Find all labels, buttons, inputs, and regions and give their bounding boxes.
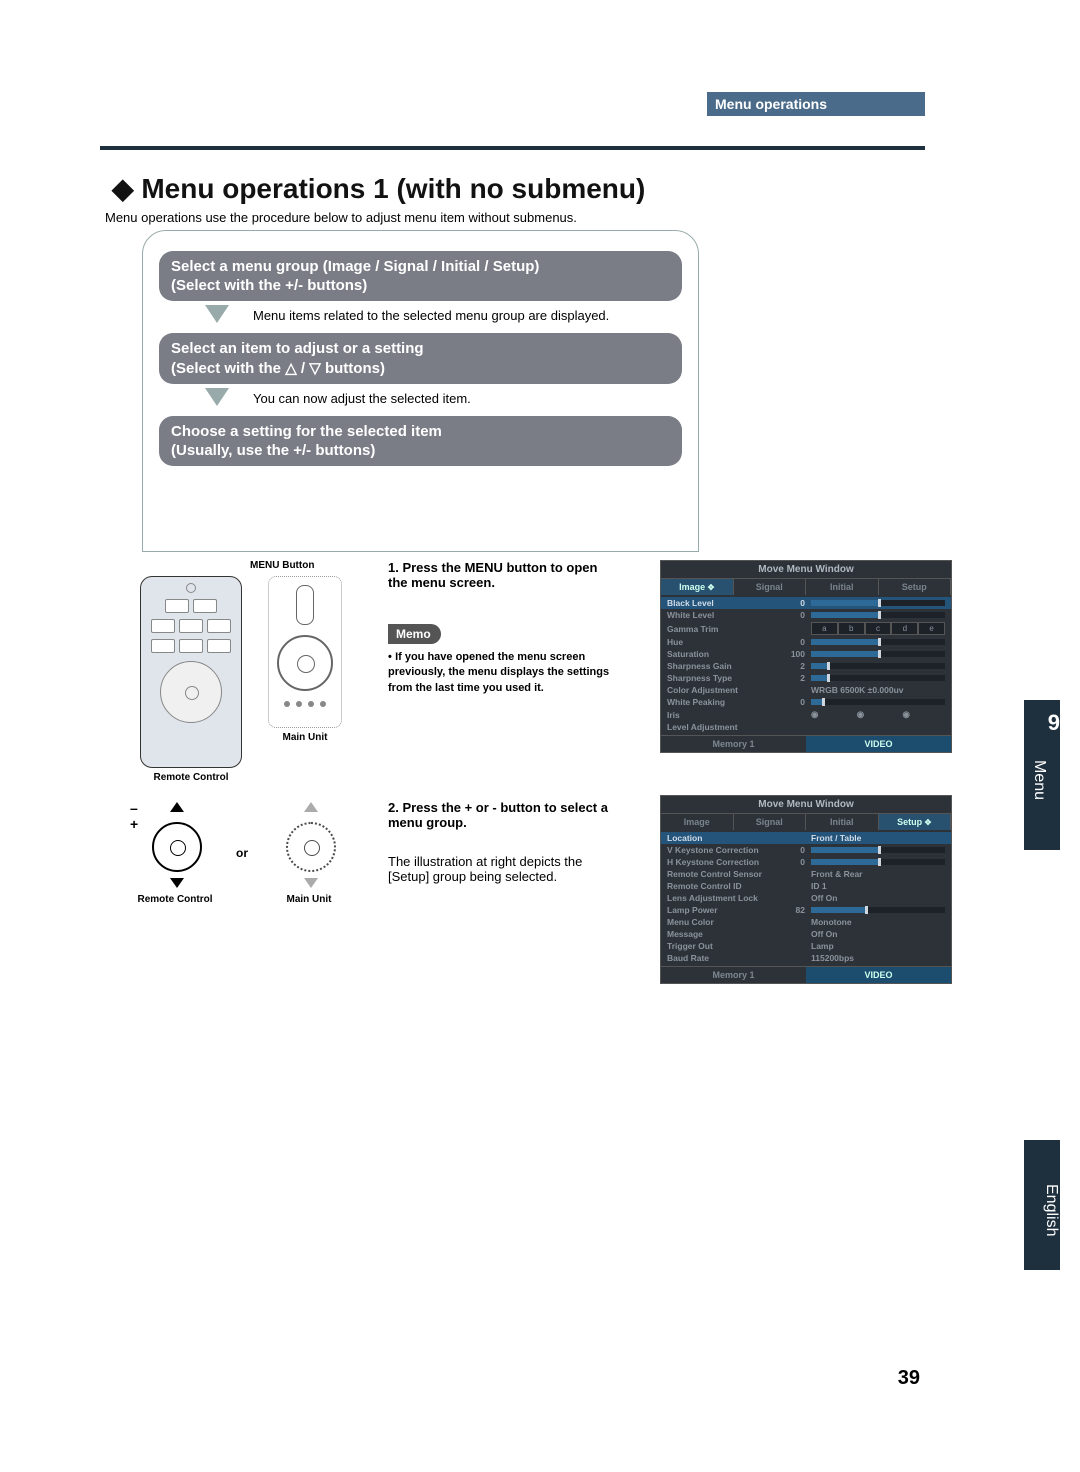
osd-row: Remote Control IDID 1 — [661, 880, 951, 892]
main-unit-caption-2: Main Unit — [264, 894, 354, 905]
osd-image-menu: Move Menu WindowImage ✥SignalInitialSetu… — [660, 560, 952, 753]
flow-step-1: Select a menu group (Image / Signal / In… — [159, 251, 682, 301]
osd-row: Gamma Trimabcde — [661, 621, 951, 636]
step2-figures: Remote Control or Main Unit — [130, 800, 354, 905]
remote-dpad-figure: Remote Control — [130, 800, 220, 905]
flow-box: Select a menu group (Image / Signal / In… — [142, 230, 699, 552]
osd-foot: VIDEO — [806, 967, 951, 983]
osd-tab: Image — [661, 814, 734, 830]
remote-control-figure: Remote Control — [140, 576, 242, 783]
page-title: ◆ Menu operations 1 (with no submenu) — [112, 172, 645, 205]
section-header-text: Menu operations — [715, 96, 827, 112]
osd-foot: VIDEO — [806, 736, 951, 752]
step1-text: 1. Press the MENU button to open the men… — [388, 560, 618, 696]
osd-row: Remote Control SensorFront & Rear — [661, 868, 951, 880]
title-diamond: ◆ — [112, 173, 134, 204]
osd-row: H Keystone Correction0 — [661, 856, 951, 868]
flow-note-1: Menu items related to the selected menu … — [253, 308, 609, 323]
osd-row: V Keystone Correction0 — [661, 844, 951, 856]
osd-row: Color AdjustmentWRGB 6500K ±0.000uv — [661, 684, 951, 696]
osd-setup-menu: Move Menu WindowImageSignalInitialSetup … — [660, 795, 952, 984]
osd-row: Black Level0 — [661, 597, 951, 609]
osd-tab: Initial — [806, 579, 879, 595]
osd-row: White Level0 — [661, 609, 951, 621]
flow-step-1-line2: (Select with the +/- buttons) — [171, 277, 670, 294]
flow-step-2-line1: Select an item to adjust or a setting — [171, 340, 424, 357]
memo-body: • If you have opened the menu screen pre… — [388, 650, 618, 696]
flow-step-1-line1: Select a menu group (Image / Signal / In… — [171, 258, 539, 275]
osd-tab: Signal — [734, 579, 807, 595]
osd-row: Sharpness Type2 — [661, 672, 951, 684]
osd-row: Saturation100 — [661, 648, 951, 660]
section-header: Menu operations — [707, 92, 925, 116]
osd-row: MessageOff On — [661, 928, 951, 940]
osd-row: Lens Adjustment LockOff On — [661, 892, 951, 904]
osd-foot: Memory 1 — [661, 967, 806, 983]
step-2-body: The illustration at right depicts the [S… — [388, 854, 618, 884]
menu-button-label: MENU Button — [250, 560, 314, 571]
main-unit-caption: Main Unit — [268, 732, 342, 743]
side-chapter-label: Menu — [1031, 760, 1048, 800]
osd-row: Level Adjustment — [661, 721, 951, 733]
step2-text: 2. Press the + or - button to select a m… — [388, 800, 618, 884]
memo-tag: Memo — [388, 624, 441, 644]
flow-arrow-1 — [205, 305, 229, 323]
flow-step-3-line1: Choose a setting for the selected item — [171, 423, 442, 440]
side-chapter-number: 9 — [1048, 710, 1060, 736]
osd-tab: Setup — [879, 579, 952, 595]
osd-row: Sharpness Gain2 — [661, 660, 951, 672]
title-text: Menu operations 1 (with no submenu) — [141, 173, 645, 204]
osd-row: Menu ColorMonotone — [661, 916, 951, 928]
step1-figures: MENU Button Remote Control Main Un — [140, 558, 342, 783]
osd-tab: Setup ✥ — [879, 814, 952, 830]
osd-tab: Image ✥ — [661, 579, 734, 595]
remote-control-caption-2: Remote Control — [130, 894, 220, 905]
osd-row: Baud Rate115200bps — [661, 952, 951, 964]
osd-row: Iris◉ ◉ ◉ — [661, 708, 951, 721]
osd-row: LocationFront / Table — [661, 832, 951, 844]
flow-arrow-2 — [205, 388, 229, 406]
flow-note-2: You can now adjust the selected item. — [253, 391, 471, 406]
osd-row: Lamp Power82 — [661, 904, 951, 916]
step-1-label: 1. Press the MENU button to open the men… — [388, 560, 618, 590]
intro-text: Menu operations use the procedure below … — [105, 210, 577, 225]
header-rule — [100, 146, 925, 150]
side-language-label: English — [1043, 1184, 1060, 1236]
osd-tab: Signal — [734, 814, 807, 830]
flow-step-3: Choose a setting for the selected item (… — [159, 416, 682, 466]
remote-control-caption: Remote Control — [140, 772, 242, 783]
side-chapter-tab: 9 Menu — [1024, 700, 1060, 850]
step-2-label: 2. Press the + or - button to select a m… — [388, 800, 618, 830]
or-label: or — [236, 846, 248, 860]
side-language-tab: English — [1024, 1140, 1060, 1270]
osd-row: Trigger OutLamp — [661, 940, 951, 952]
page-number: 39 — [898, 1367, 920, 1390]
main-unit-dpad-figure: Main Unit — [264, 800, 354, 905]
flow-step-2: Select an item to adjust or a setting (S… — [159, 333, 682, 384]
osd-row: White Peaking0 — [661, 696, 951, 708]
flow-step-2-line2: (Select with the △ / ▽ buttons) — [171, 359, 670, 377]
flow-step-3-line2: (Usually, use the +/- buttons) — [171, 442, 670, 459]
side-tabs: 9 Menu English — [980, 60, 1080, 1460]
osd-tab: Initial — [806, 814, 879, 830]
osd-foot: Memory 1 — [661, 736, 806, 752]
main-unit-figure: Main Unit — [268, 576, 342, 743]
osd-row: Hue0 — [661, 636, 951, 648]
